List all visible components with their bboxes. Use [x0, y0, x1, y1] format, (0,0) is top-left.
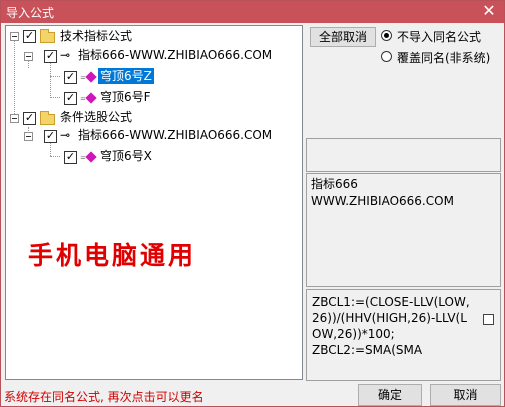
empty-panel	[306, 138, 501, 172]
formula-checkbox[interactable]: ✓	[64, 71, 77, 84]
key-icon: ⊸	[60, 48, 71, 62]
tree-group-label: 技术指标公式	[60, 29, 133, 43]
ok-button[interactable]: 确定	[358, 384, 422, 406]
formula-tree[interactable]: ✓ 技术指标公式 ✓ ⊸ 指标666-WWW.ZHIBIAO666.COM ✓ …	[5, 25, 303, 380]
code-panel-checkbox[interactable]	[483, 314, 494, 325]
formula-code-text: ZBCL1:=(CLOSE-LLV(LOW,26))/(HHV(HIGH,26)…	[312, 295, 470, 357]
diamond-icon	[85, 71, 97, 83]
indicator-label: 指标666-WWW.ZHIBIAO666.COM	[78, 48, 273, 62]
indicator-label: 指标666-WWW.ZHIBIAO666.COM	[78, 128, 273, 142]
formula-code-panel[interactable]: ZBCL1:=(CLOSE-LLV(LOW,26))/(HHV(HIGH,26)…	[306, 289, 501, 381]
info-line: 指标666	[311, 177, 358, 191]
status-message: 系统存在同名公式, 再次点击可以更名	[4, 390, 204, 404]
radio-no-import-label: 不导入同名公式	[397, 30, 482, 44]
tree-formula-item[interactable]: ✓ = 穹顶6号F	[6, 89, 296, 107]
watermark-text: 手机电脑通用	[28, 241, 197, 270]
formula-info-panel: 指标666 WWW.ZHIBIAO666.COM	[306, 173, 501, 287]
tree-formula-item[interactable]: ✓ = 穹顶6号Z	[6, 68, 296, 86]
folder-icon	[40, 29, 55, 43]
tree-group-screening[interactable]: ✓ 条件选股公式	[6, 109, 296, 127]
key-icon: ⊸	[60, 128, 71, 142]
folder-icon	[40, 111, 55, 125]
formula-type-icon: =	[80, 95, 86, 103]
tree-indicator-node[interactable]: ✓ ⊸ 指标666-WWW.ZHIBIAO666.COM	[6, 47, 296, 65]
info-line: WWW.ZHIBIAO666.COM	[311, 194, 454, 208]
formula-checkbox[interactable]: ✓	[64, 151, 77, 164]
formula-label: 穹顶6号X	[100, 149, 152, 163]
diamond-icon	[85, 151, 97, 163]
tree-group-technical[interactable]: ✓ 技术指标公式	[6, 28, 296, 46]
formula-checkbox[interactable]: ✓	[64, 92, 77, 105]
radio-overwrite-label: 覆盖同名(非系统)	[397, 51, 491, 65]
indicator-checkbox[interactable]: ✓	[44, 50, 57, 63]
title-bar[interactable]: 导入公式 ✕	[1, 1, 504, 23]
cancel-all-button[interactable]: 全部取消	[310, 27, 376, 47]
indicator-checkbox[interactable]: ✓	[44, 130, 57, 143]
formula-type-icon: =	[80, 154, 86, 162]
diamond-icon	[85, 92, 97, 104]
radio-no-import[interactable]	[381, 30, 392, 41]
group-checkbox[interactable]: ✓	[23, 112, 36, 125]
tree-formula-item[interactable]: ✓ = 穹顶6号X	[6, 148, 296, 166]
group-checkbox[interactable]: ✓	[23, 30, 36, 43]
formula-label: 穹顶6号F	[100, 90, 151, 104]
cancel-button[interactable]: 取消	[430, 384, 501, 406]
tree-indicator-node[interactable]: ✓ ⊸ 指标666-WWW.ZHIBIAO666.COM	[6, 127, 296, 145]
collapse-toggle-icon[interactable]	[24, 132, 33, 141]
tree-group-label: 条件选股公式	[60, 110, 133, 124]
window-title: 导入公式	[6, 6, 55, 20]
collapse-toggle-icon[interactable]	[10, 114, 19, 123]
import-formula-dialog: 导入公式 ✕ ✓ 技术指标公式 ✓ ⊸ 指标666-WWW.ZHIBIAO666…	[0, 0, 505, 407]
formula-label-selected: 穹顶6号Z	[98, 68, 154, 84]
collapse-toggle-icon[interactable]	[10, 32, 19, 41]
close-icon[interactable]: ✕	[480, 1, 498, 21]
formula-type-icon: =	[80, 74, 86, 82]
radio-overwrite[interactable]	[381, 51, 392, 62]
collapse-toggle-icon[interactable]	[24, 52, 33, 61]
